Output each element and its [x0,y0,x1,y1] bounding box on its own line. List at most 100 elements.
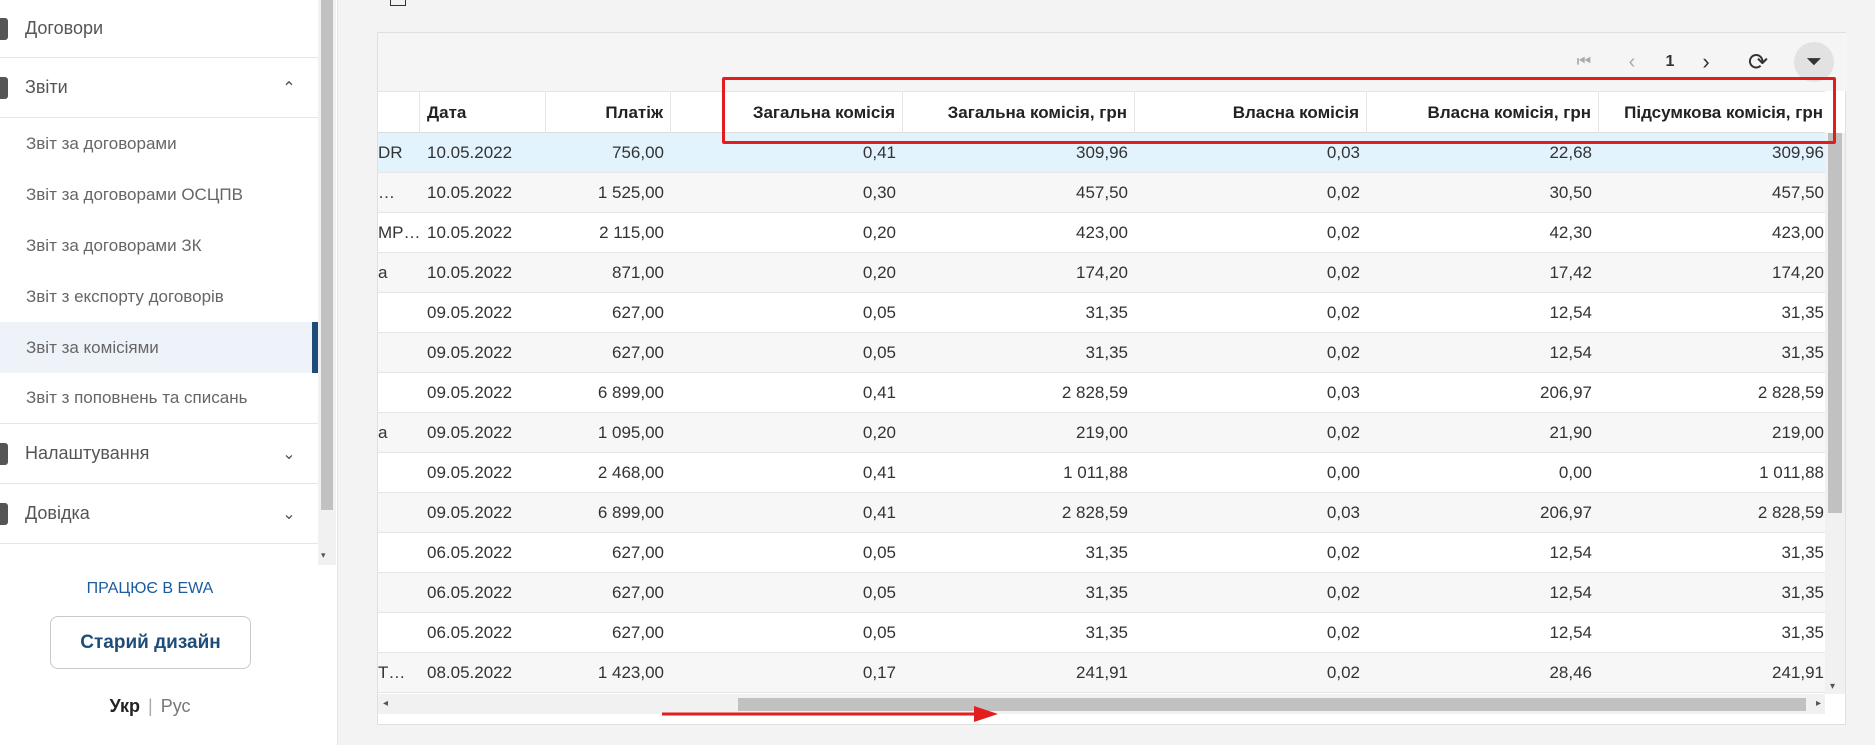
cell-payment: 6 899,00 [597,383,664,402]
cell-total-commission-uah: 1 011,88 [1063,463,1128,482]
cell-total-commission: 0,41 [862,503,896,522]
cell-total-commission-uah: 219,00 [1076,423,1128,442]
horizontal-scrollbar-thumb[interactable] [738,698,1806,711]
cell-own-commission: 0,02 [1326,543,1360,562]
sidebar-scrollbar-thumb[interactable] [321,0,333,510]
lang-rus[interactable]: Рус [161,696,191,716]
table-row[interactable]: 09.05.2022 6 899,00 0,41 2 828,59 0,03 206,97… [378,493,1825,533]
cell-total-commission-uah: 31,35 [1085,343,1128,362]
grid-horizontal-scrollbar[interactable]: ◂ ▸ [378,694,1825,714]
chevron-up-icon[interactable]: ⌃ [274,78,304,98]
cell-total-commission-uah: 457,50 [1076,183,1128,202]
cell-own-commission-uah: 42,30 [1549,223,1592,242]
sidebar-subitem-topup-report[interactable]: Звіт з поповнень та списань [0,373,318,424]
sidebar-item-label: Звіт за договорами [26,133,177,153]
sidebar-subitem-export-report[interactable]: Звіт з експорту договорів [0,271,318,322]
column-header-final-commission-uah[interactable]: Підсумкова комісія, грн [1599,92,1825,134]
cell-own-commission: 0,02 [1326,183,1360,202]
cell-client [378,373,420,413]
cell-payment: 627,00 [612,343,664,362]
scroll-right-icon[interactable]: ▸ [1816,698,1821,709]
gear-icon [0,442,8,465]
table-row[interactable]: 09.05.2022 627,00 0,05 31,35 0,02 12,54 31,35 [378,293,1825,333]
cell-own-commission-uah: 21,90 [1549,423,1592,442]
chevron-down-icon[interactable]: ⌄ [274,504,304,524]
sidebar-item-label: Налаштування [25,443,150,463]
sidebar-item-label: Звіт за договорами ОСЦПВ [26,184,243,204]
table-row[interactable]: a 09.05.2022 1 095,00 0,20 219,00 0,02 21,90 21… [378,413,1825,453]
cell-client: MP… [378,223,420,242]
column-header-payment[interactable]: Платіж [546,92,671,134]
cell-own-commission: 0,03 [1326,143,1360,162]
cell-total-commission-uah: 31,35 [1085,543,1128,562]
sidebar-item-contracts[interactable]: Договори [0,0,318,58]
filter-icon[interactable]: ⏷ [1794,42,1834,82]
cell-client: … [378,183,395,202]
table-row[interactable]: 09.05.2022 627,00 0,05 31,35 0,02 12,54 31,35 [378,333,1825,373]
cell-client [378,493,420,533]
cell-final-commission-uah: 423,00 [1772,223,1824,242]
scroll-down-icon[interactable]: ▾ [1830,681,1835,692]
column-header-date[interactable]: Дата [420,92,546,134]
next-page-icon[interactable]: › [1692,43,1720,81]
table-row[interactable]: 06.05.2022 627,00 0,05 31,35 0,02 12,54 31,35 [378,573,1825,613]
cell-payment: 627,00 [612,583,664,602]
column-header[interactable] [378,92,420,134]
sidebar-subitem-commission-report[interactable]: Звіт за комісіями [0,322,318,373]
table-row[interactable]: MP… 10.05.2022 2 115,00 0,20 423,00 0,02 42,30… [378,213,1825,253]
cell-final-commission-uah: 241,91 [1772,663,1824,682]
scroll-left-icon[interactable]: ◂ [383,698,388,709]
cell-final-commission-uah: 31,35 [1781,343,1824,362]
cell-final-commission-uah: 309,96 [1772,143,1824,162]
column-header-own-commission[interactable]: Власна комісія [1135,92,1367,134]
scroll-down-icon[interactable]: ▾ [321,550,326,561]
cell-payment: 756,00 [612,143,664,162]
table-row[interactable]: 06.05.2022 627,00 0,05 31,35 0,02 12,54 31,35 [378,613,1825,653]
table-row[interactable]: 09.05.2022 6 899,00 0,41 2 828,59 0,03 206,97… [378,373,1825,413]
sidebar-item-label: Звіт з експорту договорів [26,286,224,306]
prev-page-icon[interactable]: ‹ [1618,43,1646,81]
cell-client: a [378,423,388,442]
sidebar-subitem-gc-report[interactable]: Звіт за договорами ЗК [0,220,318,271]
vertical-scrollbar-thumb[interactable] [1828,133,1842,513]
old-design-button[interactable]: Старий дизайн [50,616,251,669]
sidebar-item-settings[interactable]: Налаштування ⌄ [0,424,318,484]
sidebar-subitem-osago-report[interactable]: Звіт за договорами ОСЦПВ [0,169,318,220]
sidebar-scrollbar[interactable]: ▾ [318,0,336,565]
first-page-icon[interactable]: ⏮ [1569,43,1599,81]
cell-total-commission: 0,05 [862,303,896,322]
cell-own-commission: 0,03 [1326,503,1360,522]
cell-own-commission-uah: 12,54 [1549,343,1592,362]
cell-total-commission: 0,05 [862,583,896,602]
refresh-icon[interactable]: ⟳ [1743,43,1773,81]
table-row[interactable]: … 10.05.2022 1 525,00 0,30 457,50 0,02 30,50 45… [378,173,1825,213]
sidebar-item-help[interactable]: Довідка ⌄ [0,484,318,544]
sidebar-item-reports[interactable]: Звіти ⌃ [0,58,318,118]
column-header-total-commission-uah[interactable]: Загальна комісія, грн [903,92,1135,134]
cell-own-commission: 0,00 [1326,463,1360,482]
chevron-down-icon[interactable]: ⌄ [274,444,304,464]
lang-separator: | [148,696,153,716]
cell-payment: 627,00 [612,303,664,322]
cell-total-commission: 0,05 [862,343,896,362]
cell-final-commission-uah: 2 828,59 [1757,503,1824,522]
column-header-total-commission[interactable]: Загальна комісія [671,92,903,134]
table-row[interactable]: T… 08.05.2022 1 423,00 0,17 241,91 0,02 28,46 2… [378,653,1825,693]
ewa-link[interactable]: ПРАЦЮЄ В EWA [0,580,300,598]
table-row[interactable]: DR 10.05.2022 756,00 0,41 309,96 0,03 22,68 309… [378,133,1825,173]
table-row[interactable]: a 10.05.2022 871,00 0,20 174,20 0,02 17,42 174,… [378,253,1825,293]
cell-own-commission-uah: 206,97 [1540,383,1592,402]
table-row[interactable]: 09.05.2022 2 468,00 0,41 1 011,88 0,00 0,00 1 … [378,453,1825,493]
sidebar-item-label: Звіти [25,77,68,97]
column-header-own-commission-uah[interactable]: Власна комісія, грн [1367,92,1599,134]
cell-own-commission-uah: 17,42 [1549,263,1592,282]
table-row[interactable]: 06.05.2022 627,00 0,05 31,35 0,02 12,54 31,35 [378,533,1825,573]
lang-ukr[interactable]: Укр [109,696,140,716]
sidebar-subitem-contracts-report[interactable]: Звіт за договорами [0,118,318,169]
document-icon [0,17,8,40]
grid-vertical-scrollbar[interactable]: ▾ [1825,133,1845,694]
cell-total-commission-uah: 31,35 [1085,623,1128,642]
cell-final-commission-uah: 219,00 [1772,423,1824,442]
export-icon[interactable] [390,0,406,6]
cell-client [378,333,420,373]
